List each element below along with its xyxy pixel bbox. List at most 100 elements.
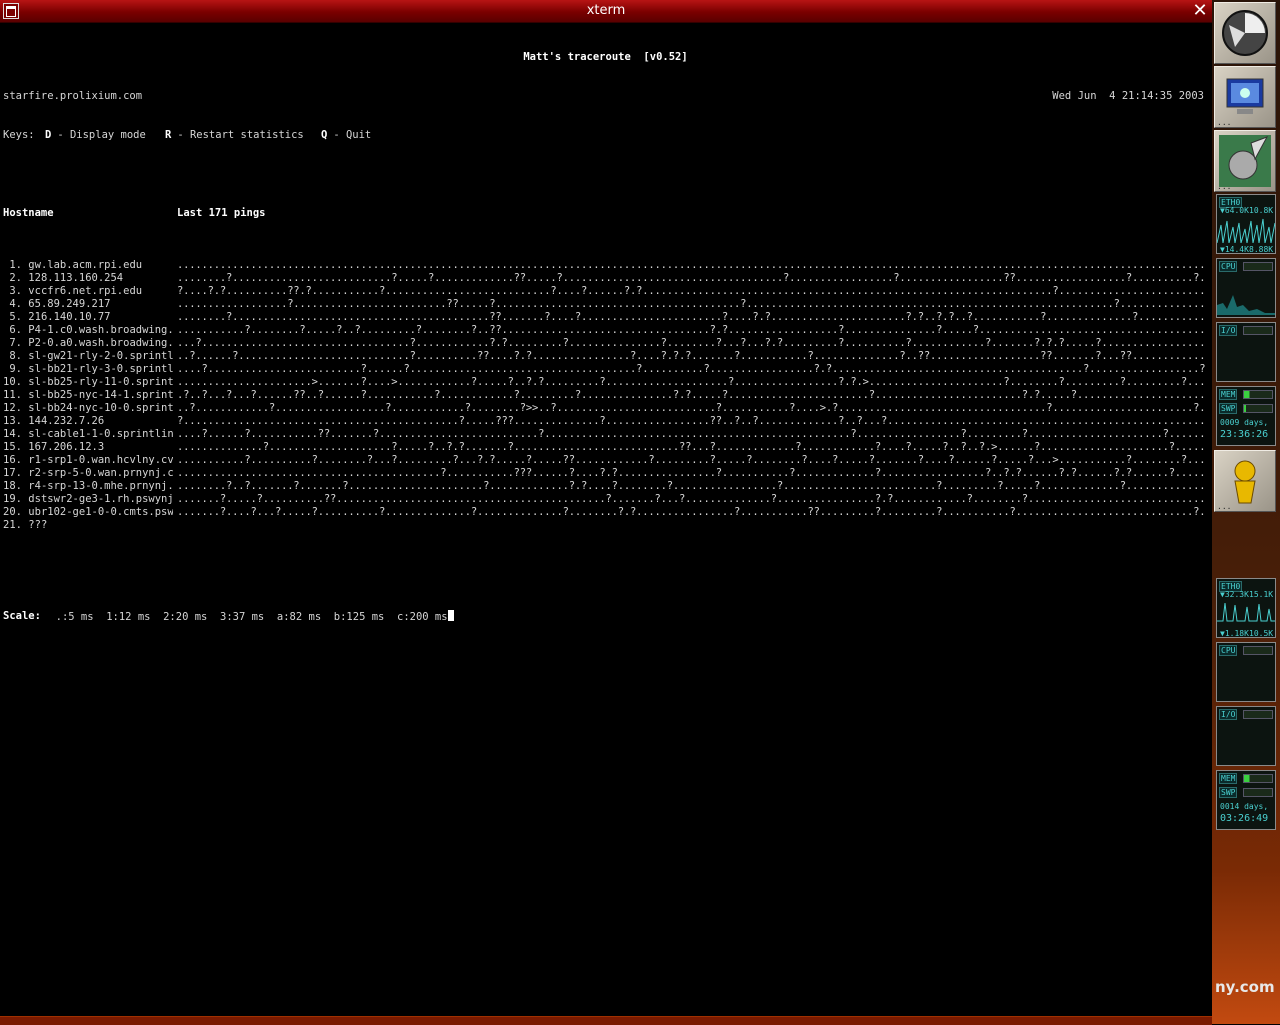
key-r-desc: - Restart statistics: [171, 129, 304, 141]
mem-label: MEM: [1219, 773, 1238, 784]
hop-label: 1. gw.lab.acm.rpi.edu: [3, 259, 173, 272]
cpu-bar: [1243, 646, 1273, 655]
hop-row: 14. sl-cable1-1-0.sprintlink....?......?…: [3, 428, 1208, 441]
mem-bar: [1243, 774, 1273, 783]
keys-label: Keys:: [3, 129, 35, 141]
scale-values: .:5 ms 1:12 ms 2:20 ms 3:37 ms a:82 ms b…: [43, 611, 448, 623]
hop-pings: ........?..........................?....…: [177, 272, 1207, 284]
hop-pings: ........?..?.......?.......?............…: [177, 480, 1207, 492]
cpu-graph: [1217, 295, 1275, 315]
hop-pings: .......?.....?..........??..............…: [177, 493, 1207, 505]
cpu-monitor-1[interactable]: CPU: [1216, 258, 1276, 318]
hop-row: 18. r4-srp-13-0.mhe.prnynj.c........?..?…: [3, 480, 1208, 493]
hop-hostname: r1-srp1-0.wan.hcvlny.cv.: [28, 454, 173, 466]
tile-dots: ...: [1217, 118, 1232, 127]
dock-app-2[interactable]: ...: [1214, 66, 1276, 128]
mem-monitor-2[interactable]: MEM SWP 0014 days, 03:26:49: [1216, 770, 1276, 830]
hop-number: 13.: [3, 415, 22, 427]
hop-pings: ..............?....................?....…: [177, 441, 1207, 453]
dock-app-1[interactable]: [1214, 2, 1276, 64]
hop-row: 3. vccfr6.net.rpi.edu?....?.?..........?…: [3, 285, 1208, 298]
swp-bar: [1243, 788, 1273, 797]
hop-number: 19.: [3, 493, 22, 505]
swp-label: SWP: [1219, 787, 1238, 798]
mem-monitor-1[interactable]: MEM SWP 0009 days, 23:36:26: [1216, 386, 1276, 446]
hop-number: 12.: [3, 402, 22, 414]
datetime: Wed Jun 4 21:14:35 2003: [1052, 90, 1204, 102]
hop-number: 1.: [3, 259, 22, 271]
io-monitor-1[interactable]: I/O: [1216, 322, 1276, 382]
hop-row: 8. sl-gw21-rly-2-0.sprintli..?......?...…: [3, 350, 1208, 363]
io-bar: [1243, 710, 1273, 719]
hop-pings: .......?....?...?.....?..........?......…: [177, 506, 1207, 518]
terminal-cursor: [447, 610, 454, 621]
hop-label: 16. r1-srp1-0.wan.hcvlny.cv.: [3, 454, 173, 467]
hop-pings: ........?...............................…: [177, 311, 1207, 323]
hop-hostname: sl-bb24-nyc-10-0.sprintl: [28, 402, 173, 414]
hop-number: 11.: [3, 389, 22, 401]
hop-label: 9. sl-bb21-rly-3-0.sprintli: [3, 363, 173, 376]
net-rx2: ▼14.4K: [1220, 245, 1249, 254]
hop-row: 21. ???: [3, 519, 1208, 532]
net-graph: [1217, 602, 1275, 622]
net-tx2: 8.88K: [1249, 245, 1274, 254]
hop-row: 13. 144.232.7.26?.......................…: [3, 415, 1208, 428]
hop-label: 17. r2-srp-5-0.wan.prnynj.cv: [3, 467, 173, 480]
hop-pings: ..?............?..................?.....…: [177, 402, 1207, 414]
hop-number: 9.: [3, 363, 22, 375]
hop-hostname: sl-bb25-nyc-14-1.sprintl: [28, 389, 173, 401]
hop-number: 16.: [3, 454, 22, 466]
hop-hostname: vccfr6.net.rpi.edu: [28, 285, 143, 297]
hop-pings: ?....?.?..........??.?...........?......…: [177, 285, 1207, 297]
terminal-content[interactable]: Matt's traceroute [v0.52] starfire.proli…: [3, 25, 1208, 1015]
window-titlebar[interactable]: xterm ✕: [0, 0, 1212, 23]
hop-number: 21.: [3, 519, 22, 531]
window-title: xterm: [586, 3, 626, 18]
hop-row: 15. 167.206.12.3..............?.........…: [3, 441, 1208, 454]
hop-label: 8. sl-gw21-rly-2-0.sprintli: [3, 350, 173, 363]
hop-label: 13. 144.232.7.26: [3, 415, 173, 428]
scale-line: Scale: .:5 ms 1:12 ms 2:20 ms 3:37 ms a:…: [3, 610, 1208, 623]
dock-app-3[interactable]: ...: [1214, 130, 1276, 192]
dock: ... ... ETH0 ▼64.0K 10.8K ▼14.4K 8.88K C…: [1212, 0, 1280, 1024]
hop-list: 1. gw.lab.acm.rpi.edu...................…: [3, 259, 1208, 532]
scale-label: Scale:: [3, 610, 41, 622]
hop-pings: .?..?...?...?......??..?......?.........…: [177, 389, 1207, 401]
keys-line: Keys: D - Display mode R - Restart stati…: [3, 129, 1208, 142]
hop-label: 5. 216.140.10.77: [3, 311, 173, 324]
hop-hostname: dstswr2-ge3-1.rh.pswynj.: [28, 493, 173, 505]
dock-app-4[interactable]: ...: [1214, 450, 1276, 512]
wallpaper-watermark: ny.com: [1215, 978, 1275, 996]
swp-label: SWP: [1219, 403, 1238, 414]
net-monitor-2[interactable]: ETH0 ▼32.3K 15.1K ▼1.18K 10.5K: [1216, 578, 1276, 638]
io-monitor-2[interactable]: I/O: [1216, 706, 1276, 766]
net-monitor-1[interactable]: ETH0 ▼64.0K 10.8K ▼14.4K 8.88K: [1216, 194, 1276, 254]
hop-pings: ......................>.......?....>....…: [177, 376, 1207, 388]
hop-label: 14. sl-cable1-1-0.sprintlink: [3, 428, 173, 441]
close-icon[interactable]: ✕: [1190, 1, 1210, 21]
cpu-label: CPU: [1219, 645, 1238, 656]
hop-label: 15. 167.206.12.3: [3, 441, 173, 454]
mem-bar: [1243, 390, 1273, 399]
app-logo-icon: [1222, 10, 1268, 56]
hop-row: 2. 128.113.160.254........?.............…: [3, 272, 1208, 285]
hop-hostname: P4-1.c0.wash.broadwing.n: [28, 324, 173, 336]
cpu-monitor-2[interactable]: CPU: [1216, 642, 1276, 702]
hop-hostname: sl-bb25-rly-11-0.sprintl: [28, 376, 173, 388]
hop-number: 15.: [3, 441, 22, 453]
uptime-time: 03:26:49: [1220, 813, 1269, 824]
xterm-window[interactable]: xterm ✕ Matt's traceroute [v0.52] starfi…: [0, 0, 1212, 1025]
uptime-days: 0014 days,: [1220, 802, 1269, 811]
hostname-label: starfire.prolixium.com: [3, 90, 143, 102]
hop-label: 11. sl-bb25-nyc-14-1.sprintl: [3, 389, 173, 402]
hop-row: 12. sl-bb24-nyc-10-0.sprintl..?.........…: [3, 402, 1208, 415]
hop-number: 5.: [3, 311, 22, 323]
net-rx: ▼64.0K: [1220, 206, 1249, 215]
hop-row: 19. dstswr2-ge3-1.rh.pswynj........?....…: [3, 493, 1208, 506]
net-rx: ▼32.3K: [1220, 590, 1249, 599]
hop-hostname: ubr102-ge1-0-0.cmts.pswy: [28, 506, 173, 518]
io-label: I/O: [1219, 325, 1238, 336]
hop-hostname: 167.206.12.3: [28, 441, 105, 453]
cpu-bar: [1243, 262, 1273, 271]
hop-label: 3. vccfr6.net.rpi.edu: [3, 285, 173, 298]
